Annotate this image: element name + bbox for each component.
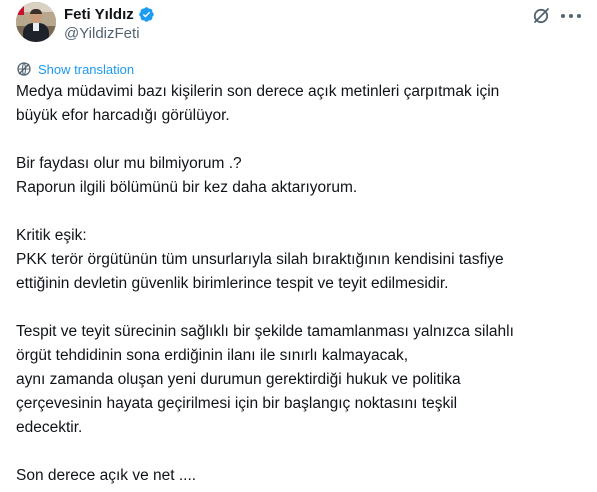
tweet-line: çerçevesinin hayata geçirilmesi için bir… <box>16 395 458 412</box>
tweet-line: Son derece açık ve net .... <box>16 467 197 484</box>
tweet-line: Kritik eşik: <box>16 227 87 244</box>
tweet-line: Tespit ve teyit sürecinin sağlıklı bir ş… <box>16 323 514 340</box>
tweet-header: Feti Yıldız @YildizFeti <box>16 2 581 46</box>
tweet-line: ettiğinin devletin güvenlik birimlerince… <box>16 275 449 292</box>
globe-translate-icon <box>17 62 31 76</box>
tweet-line: aynı zamanda oluşan yeni durumun gerekti… <box>16 371 461 388</box>
more-icon[interactable] <box>561 8 581 24</box>
avatar[interactable] <box>16 2 56 42</box>
tweet-line: edecektir. <box>16 419 83 436</box>
tweet-line: Medya müdavimi bazı kişilerin son derece… <box>16 83 500 100</box>
tweet-text: Medya müdavimi bazı kişilerin son derece… <box>16 80 581 488</box>
author-name-row: Feti Yıldız <box>64 4 155 24</box>
tweet-line: Bir faydası olur mu bilmiyorum .? <box>16 155 242 172</box>
tweet-line: PKK terör örgütünün tüm unsurlarıyla sil… <box>16 251 504 268</box>
tweet-line: Raporun ilgili bölümünü bir kez daha akt… <box>16 179 358 196</box>
tweet-line: örgüt tehdidinin sona erdiğinin ilanı il… <box>16 347 409 364</box>
show-translation-label[interactable]: Show translation <box>38 62 134 77</box>
grok-icon[interactable] <box>531 6 551 26</box>
author-name[interactable]: Feti Yıldız <box>64 6 134 23</box>
show-translation-link[interactable]: Show translation <box>16 60 134 78</box>
verified-badge-icon[interactable] <box>138 6 155 23</box>
author-handle[interactable]: @YildizFeti <box>64 25 140 42</box>
tweet-line: büyük efor harcadığı görülüyor. <box>16 107 230 124</box>
